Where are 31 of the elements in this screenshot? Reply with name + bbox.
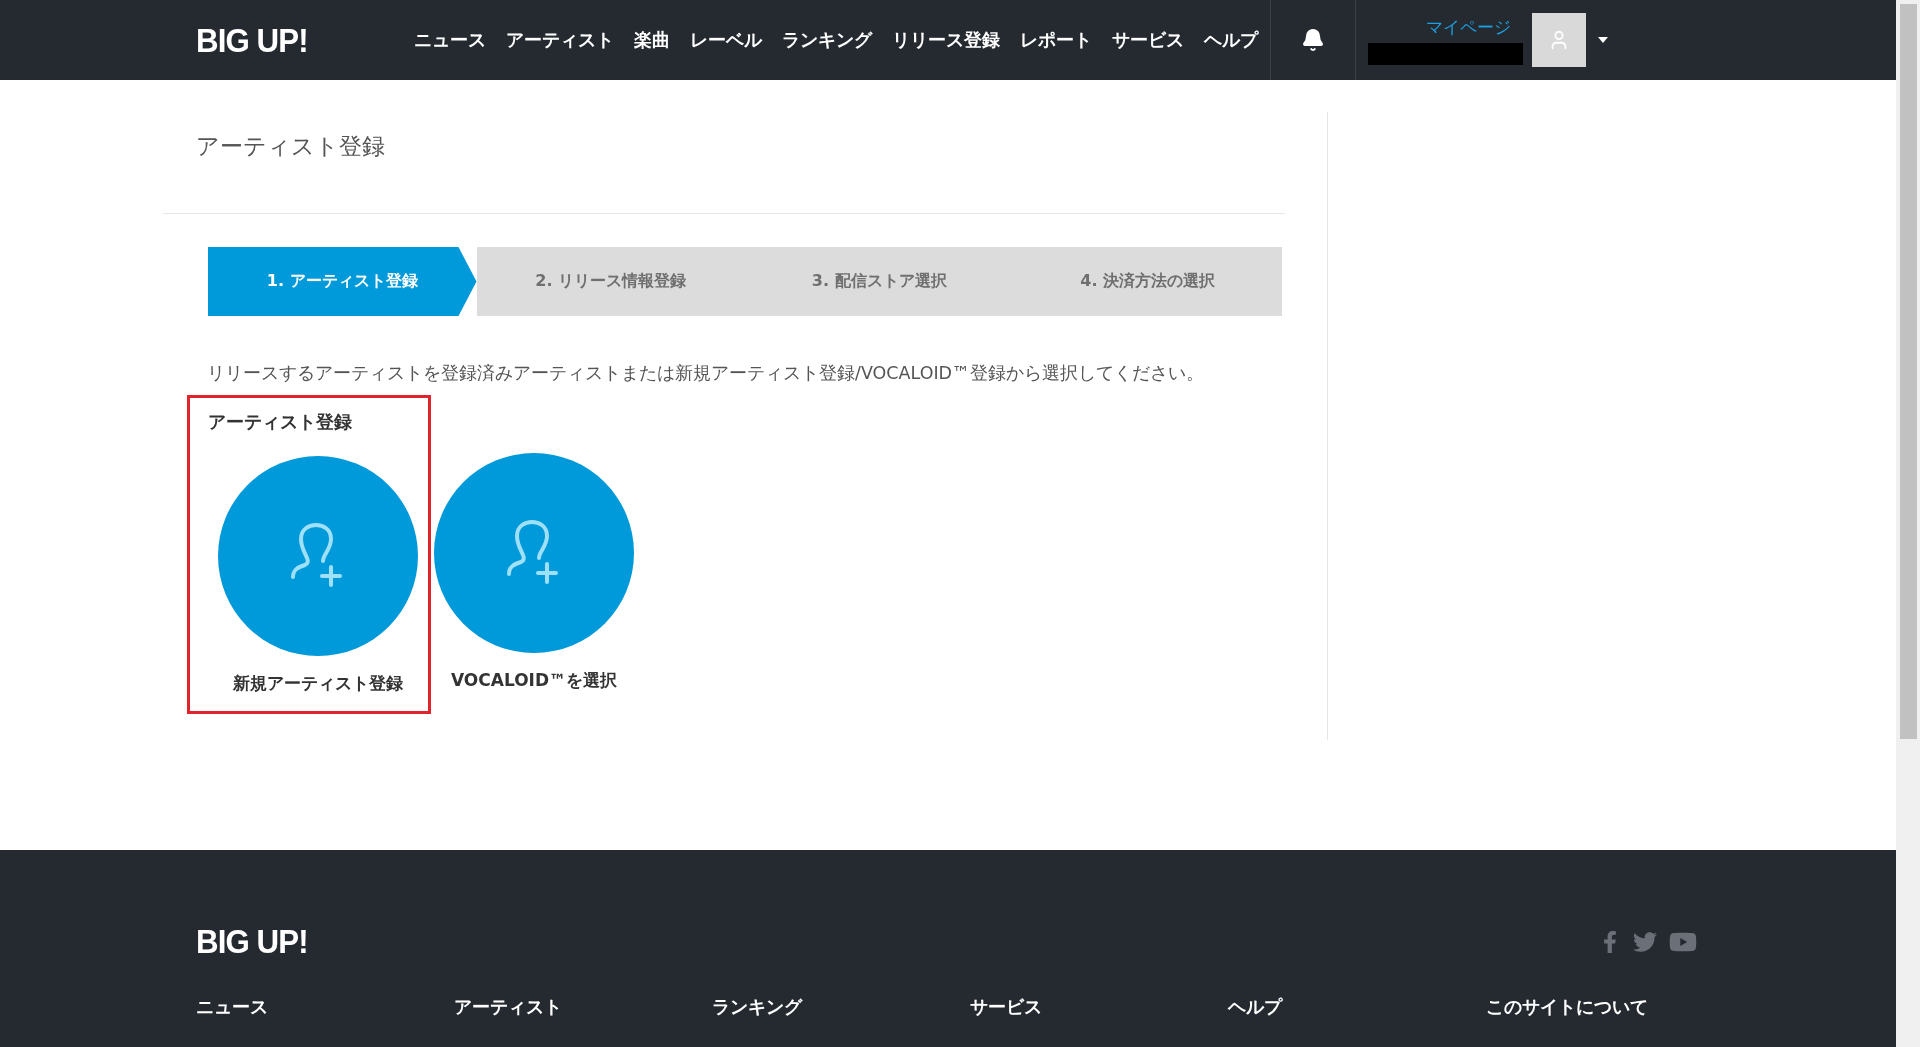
section-heading: アーティスト登録: [208, 410, 352, 434]
footer-link[interactable]: アーティスト: [454, 995, 712, 1019]
scrollbar[interactable]: [1896, 0, 1920, 1047]
caret-icon[interactable]: [1598, 37, 1609, 43]
nav-link[interactable]: レーベル: [690, 28, 763, 52]
step-label: 3. 配信ストア選択: [745, 247, 1014, 316]
footer-link[interactable]: サービス: [970, 995, 1228, 1019]
step-label: 2. リリース情報登録: [476, 247, 745, 316]
footer-link[interactable]: ニュース: [196, 995, 454, 1019]
my-page-link[interactable]: マイページ: [1426, 15, 1512, 39]
footer-link[interactable]: ランキング: [712, 995, 970, 1019]
step-label: 1. アーティスト登録: [208, 247, 477, 316]
step-label: 4. 決済方法の選択: [1013, 247, 1282, 316]
option-label: 新規アーティスト登録: [233, 672, 403, 695]
nav-link[interactable]: サービス: [1112, 28, 1185, 52]
nav-link[interactable]: ニュース: [414, 28, 487, 52]
option-label: VOCALOID™を選択: [450, 669, 618, 692]
footer-link[interactable]: このサイトについて: [1486, 995, 1744, 1019]
nav-link[interactable]: ランキング: [782, 28, 873, 52]
nav-link[interactable]: リリース登録: [892, 28, 1001, 52]
nav-link[interactable]: 楽曲: [634, 28, 671, 52]
logo[interactable]: BIG UP!: [196, 20, 308, 60]
twitter-icon[interactable]: [1633, 929, 1657, 954]
nav-link[interactable]: レポート: [1020, 28, 1093, 52]
nav-link[interactable]: ヘルプ: [1204, 28, 1259, 52]
logo[interactable]: BIG UP!: [196, 922, 308, 961]
page-title: アーティスト登録: [196, 132, 385, 161]
notification-icon[interactable]: [1301, 28, 1326, 52]
instruction-text: リリースするアーティストを登録済みアーティストまたは新規アーティスト登録/VOCALOID™登録から選択してください。: [207, 362, 1205, 385]
nav-link[interactable]: アーティスト: [506, 28, 615, 52]
footer-link[interactable]: ヘルプ: [1228, 995, 1486, 1019]
